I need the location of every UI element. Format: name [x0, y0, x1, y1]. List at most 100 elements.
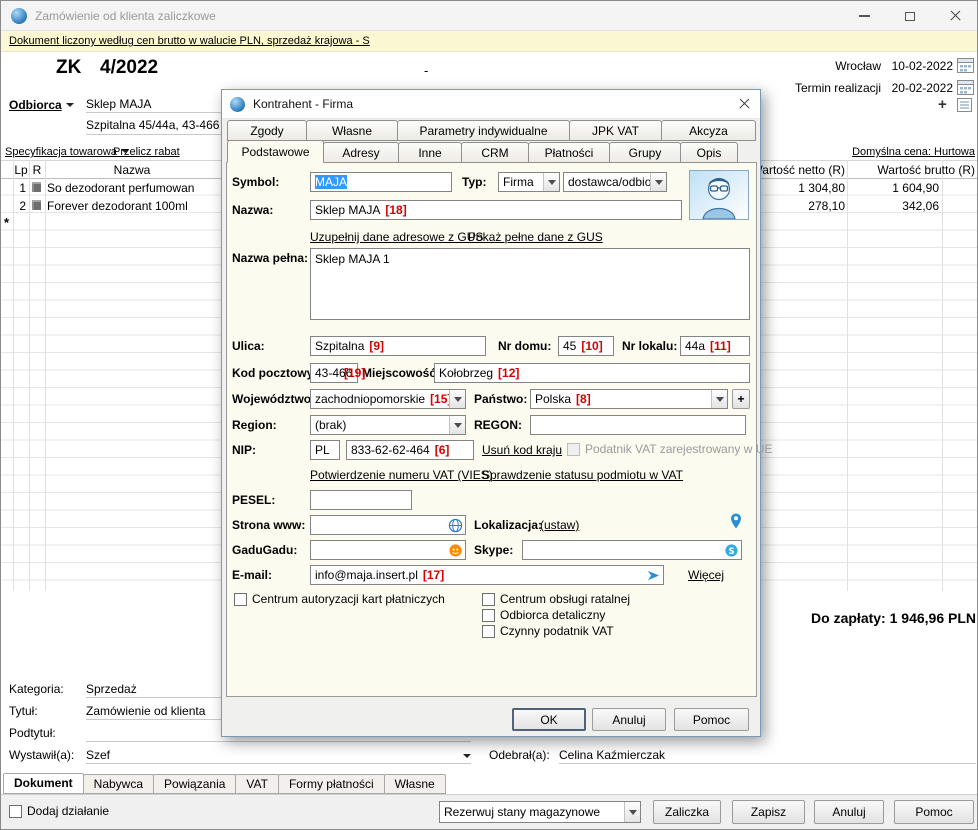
odbiorca-detaliczny-checkbox[interactable]: Odbiorca detaliczny	[482, 608, 605, 622]
dodaj-dzialanie-label: Dodaj działanie	[27, 804, 109, 818]
nazwa-pelna-textarea[interactable]: Sklep MAJA 1	[310, 248, 750, 320]
nr-domu-input[interactable]: 45 [10]	[558, 336, 614, 356]
specyfikacja-link[interactable]: Specyfikacja towarowa	[5, 146, 129, 158]
usun-kod-kraju-link[interactable]: Usuń kod kraju	[482, 443, 562, 457]
www-input[interactable]	[310, 515, 466, 535]
tab-opis[interactable]: Opis	[680, 142, 738, 163]
tab-platnosci[interactable]: Płatności	[528, 142, 610, 163]
tab-powiazania[interactable]: Powiązania	[153, 774, 236, 794]
ok-button[interactable]: OK	[512, 708, 586, 731]
nip-input[interactable]: 833-62-62-464 [6]	[346, 440, 474, 460]
doc-city[interactable]: Wrocław	[781, 59, 881, 73]
anuluj-button[interactable]: Anuluj	[814, 800, 884, 824]
centrum-kart-checkbox[interactable]: Centrum autoryzacji kart płatniczych	[234, 592, 445, 606]
nip-prefix-input[interactable]: PL	[310, 440, 340, 460]
tab-grupy[interactable]: Grupy	[609, 142, 681, 163]
symbol-input[interactable]: MAJA	[310, 172, 452, 192]
gus-pokaz-link[interactable]: Pokaż pełne dane z GUS	[468, 230, 603, 244]
czynny-podatnik-checkbox[interactable]: Czynny podatnik VAT	[482, 624, 614, 638]
add-country-button[interactable]: +	[732, 389, 750, 409]
panstwo-select[interactable]: Polska [8]	[530, 389, 728, 409]
maximize-button[interactable]	[887, 1, 932, 31]
vies-link[interactable]: Potwierdzenie numeru VAT (VIES)	[310, 468, 493, 482]
avatar[interactable]	[689, 170, 749, 220]
tab-parametry[interactable]: Parametry indywidualne	[397, 120, 570, 141]
skype-icon[interactable]: S	[724, 543, 739, 558]
calendar-icon[interactable]	[957, 79, 974, 98]
col-header-nazwa[interactable]: Nazwa	[45, 163, 219, 177]
tab-wlasne[interactable]: Własne	[306, 120, 398, 141]
tab-akcyza[interactable]: Akcyza	[661, 120, 756, 141]
tab-podstawowe[interactable]: Podstawowe	[227, 140, 324, 163]
tab-nabywca[interactable]: Nabywca	[83, 774, 154, 794]
close-button[interactable]	[932, 1, 977, 31]
col-header-lp[interactable]: Lp	[13, 163, 29, 177]
odbiorca-label[interactable]: Odbiorca	[9, 98, 74, 112]
tab-crm[interactable]: CRM	[461, 142, 529, 163]
col-header-r[interactable]: R	[29, 163, 45, 177]
dialog-tabs-row1: Zgody Własne Parametry indywidualne JPK …	[227, 120, 755, 141]
new-row-marker[interactable]: *	[4, 215, 9, 230]
notes-icon[interactable]	[957, 98, 972, 115]
miejscowosc-input[interactable]: Kołobrzeg [12]	[434, 363, 750, 383]
col-header-brutto[interactable]: Wartość brutto (R)	[839, 163, 975, 177]
nr-lokalu-input[interactable]: 44a [11]	[680, 336, 750, 356]
tab-zgody[interactable]: Zgody	[227, 120, 307, 141]
table-row-name[interactable]: So dezodorant perfumowan	[47, 181, 219, 195]
tab-jpk-vat[interactable]: JPK VAT	[569, 120, 662, 141]
doc-issue-date[interactable]: 10-02-2022	[889, 59, 953, 73]
nazwa-input[interactable]: Sklep MAJA [18]	[310, 200, 682, 220]
kategoria-value[interactable]: Sprzedaż	[86, 682, 137, 696]
dodaj-dzialanie-checkbox[interactable]: Dodaj działanie	[9, 804, 109, 818]
map-pin-icon[interactable]	[730, 513, 742, 532]
zapisz-button[interactable]: Zapisz	[732, 800, 805, 824]
table-row-lp[interactable]: 1	[13, 181, 26, 195]
ulica-input[interactable]: Szpitalna [9]	[310, 336, 486, 356]
minimize-button[interactable]	[842, 1, 887, 31]
dialog-pomoc-button[interactable]: Pomoc	[674, 708, 749, 731]
globe-icon[interactable]	[448, 518, 463, 533]
odebral-value[interactable]: Celina Kaźmierczak	[559, 748, 665, 762]
email-input[interactable]: info@maja.insert.pl [17]	[310, 565, 664, 585]
add-button[interactable]: +	[938, 96, 947, 113]
pomoc-button[interactable]: Pomoc	[894, 800, 974, 824]
gus-uzupelnij-link[interactable]: Uzupełnij dane adresowe z GUS	[310, 230, 483, 244]
gadugadu-input[interactable]	[310, 540, 466, 560]
regon-input[interactable]	[530, 415, 746, 435]
table-row-name[interactable]: Forever dezodorant 100ml	[47, 199, 219, 213]
ustaw-link[interactable]: (ustaw)	[540, 518, 579, 532]
dialog-anuluj-button[interactable]: Anuluj	[592, 708, 666, 731]
table-row-brutto[interactable]: 342,06	[839, 199, 939, 213]
tab-dokument[interactable]: Dokument	[3, 773, 84, 794]
wystawil-value[interactable]: Szef	[86, 748, 110, 762]
calendar-icon[interactable]	[957, 57, 974, 76]
gadugadu-icon[interactable]	[448, 543, 463, 558]
chevron-down-icon[interactable]	[463, 754, 471, 758]
pesel-input[interactable]	[310, 490, 412, 510]
tab-vat[interactable]: VAT	[235, 774, 279, 794]
typ2-select[interactable]: dostawca/odbiorca	[563, 172, 667, 192]
notice-link[interactable]: Dokument liczony według cen brutto w wal…	[9, 35, 370, 47]
skype-input[interactable]: S	[522, 540, 742, 560]
centrum-ratalnej-checkbox[interactable]: Centrum obsługi ratalnej	[482, 592, 630, 606]
table-row-lp[interactable]: 2	[13, 199, 26, 213]
send-email-icon[interactable]	[646, 568, 661, 583]
dialog-close-icon[interactable]	[738, 98, 750, 110]
rezerwuj-select[interactable]: Rezerwuj stany magazynowe	[439, 801, 641, 823]
term-date[interactable]: 20-02-2022	[889, 81, 953, 95]
wojewodztwo-select[interactable]: zachodniopomorskie [15]	[310, 389, 466, 409]
checkbox-icon	[482, 609, 495, 622]
odbiorca-name[interactable]: Sklep MAJA	[86, 97, 151, 111]
region-select[interactable]: (brak)	[310, 415, 466, 435]
zaliczka-button[interactable]: Zaliczka	[653, 800, 721, 824]
przelicz-rabat-link[interactable]: Przelicz rabat	[113, 146, 180, 158]
tab-inne[interactable]: Inne	[398, 142, 462, 163]
tytul-value[interactable]: Zamówienie od klienta	[86, 704, 205, 718]
tab-wlasne[interactable]: Własne	[384, 774, 446, 794]
tab-adresy[interactable]: Adresy	[323, 142, 399, 163]
table-row-brutto[interactable]: 1 604,90	[839, 181, 939, 195]
tab-formy-platnosci[interactable]: Formy płatności	[278, 774, 385, 794]
status-vat-link[interactable]: Sprawdzenie statusu podmiotu w VAT	[482, 468, 683, 482]
typ-select[interactable]: Firma	[498, 172, 560, 192]
wiecej-link[interactable]: Więcej	[688, 568, 724, 582]
